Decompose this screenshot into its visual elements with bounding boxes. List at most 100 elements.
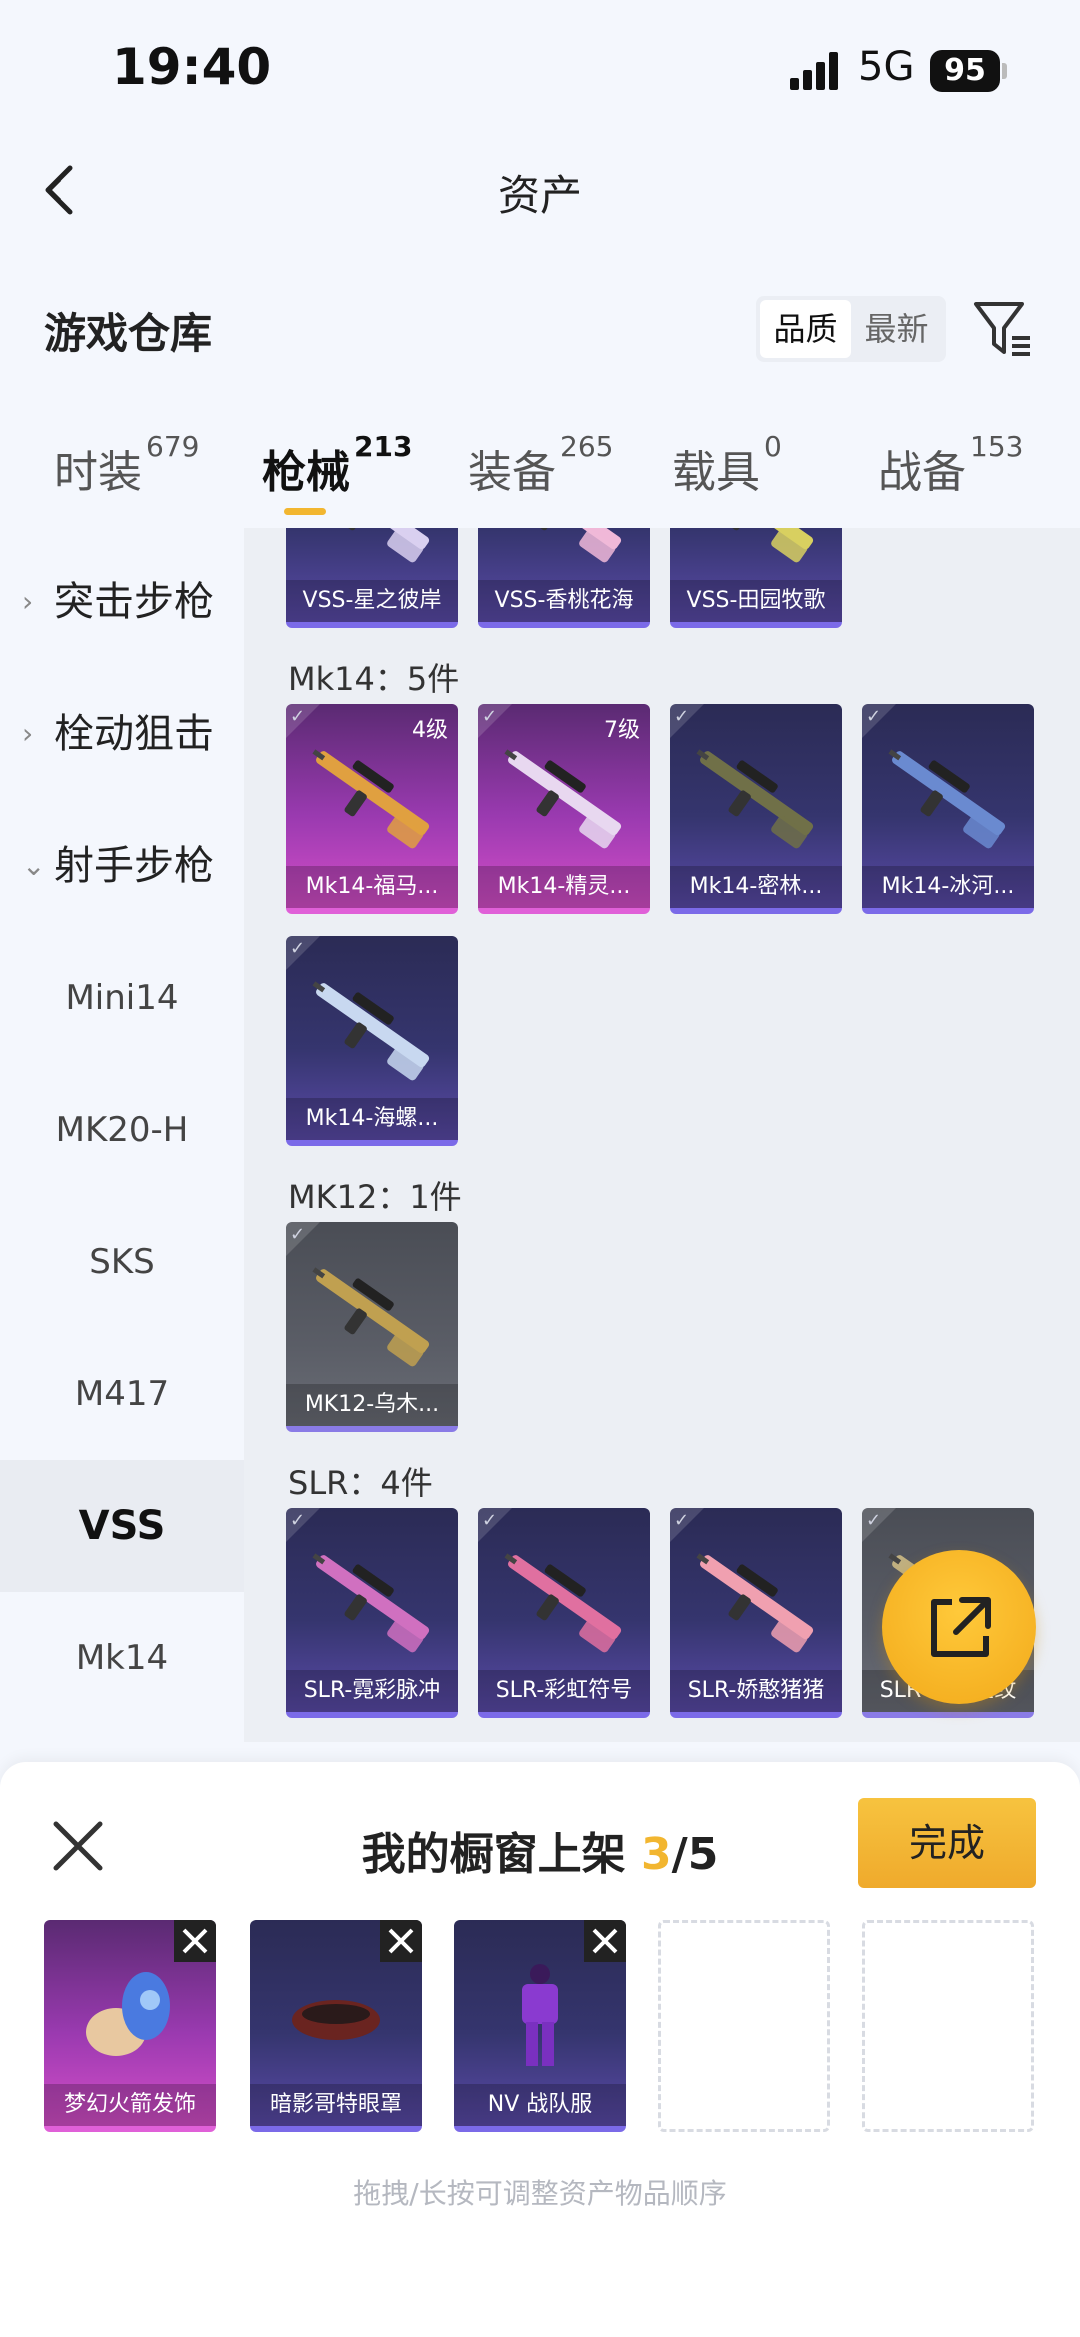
item-name: SLR-彩虹符号 [478,1670,650,1712]
item-card[interactable]: VSS-田园牧歌 [670,528,842,628]
item-name: Mk14-海螺... [286,1098,458,1140]
item-card[interactable]: ✓ 4级 Mk14-福马... [286,704,458,914]
item-card[interactable]: VSS-香桃花海 [478,528,650,628]
empty-slot[interactable] [658,1920,830,2132]
sidebar-item-label: 射手步枪 [54,843,214,889]
check-icon[interactable]: ✓ [478,704,512,738]
showcase-slot[interactable]: 梦幻火箭发饰 [44,1920,216,2132]
gun-icon [312,981,430,1081]
sidebar-item-label: VSS [78,1503,166,1549]
group-heading: SLR：4件 [288,1464,433,1502]
tab-count: 213 [354,430,413,463]
check-icon[interactable]: ✓ [862,704,896,738]
item-name: MK12-乌木... [286,1384,458,1426]
sidebar-item[interactable]: Mk14 [0,1592,244,1724]
item-card[interactable]: ✓ SLR-霓彩脉冲 [286,1508,458,1718]
gun-icon [700,528,814,563]
showcase-slot[interactable]: NV 战队服 [454,1920,626,2132]
check-icon[interactable]: ✓ [670,1508,704,1542]
sidebar-item[interactable]: › 突击步枪 [0,536,244,668]
item-card[interactable]: ✓ Mk14-海螺... [286,936,458,1146]
item-card[interactable]: ✓ 7级 Mk14-精灵... [478,704,650,914]
active-tab-indicator [284,508,326,515]
sidebar-item-label: 突击步枪 [54,579,214,625]
remove-icon[interactable] [584,1920,626,1962]
tab-4[interactable]: 战备153 [878,430,1023,500]
showcase-slot[interactable]: 暗影哥特眼罩 [250,1920,422,2132]
tab-label: 装备 [468,447,556,498]
tab-label: 时装 [54,447,142,498]
check-icon[interactable]: ✓ [862,1508,896,1542]
sidebar-item[interactable]: ⌄ 射手步枪 [0,800,244,932]
item-name: VSS-田园牧歌 [670,580,842,622]
sort-toggle: 品质 最新 [756,296,946,362]
sidebar-item[interactable]: Mini14 [0,932,244,1064]
item-card[interactable]: ✓ SLR-彩虹符号 [478,1508,650,1718]
page-title: 资产 [497,171,582,220]
check-icon[interactable]: ✓ [286,704,320,738]
sort-quality-option[interactable]: 品质 [760,300,851,358]
item-thumbnail [80,1960,180,2070]
item-card[interactable]: ✓ SLR-娇憨猪猪 [670,1508,842,1718]
gun-icon [312,749,430,849]
item-thumbnail [286,1960,386,2070]
check-icon[interactable]: ✓ [478,1508,512,1542]
remove-icon[interactable] [174,1920,216,1962]
gun-icon [888,749,1006,849]
gun-icon [696,1553,814,1653]
sort-newest-option[interactable]: 最新 [851,300,942,358]
sidebar-item[interactable]: MK20-H [0,1064,244,1196]
remove-icon[interactable] [380,1920,422,1962]
showcase-count: 3 [641,1829,672,1880]
tab-0[interactable]: 时装679 [54,430,199,500]
item-card[interactable]: VSS-星之彼岸 [286,528,458,628]
tab-count: 0 [764,430,782,463]
item-name: Mk14-密林... [670,866,842,908]
tab-label: 枪械 [262,447,350,498]
empty-slot[interactable] [862,1920,1034,2132]
item-name: SLR-娇憨猪猪 [670,1670,842,1712]
tab-label: 战备 [878,447,966,498]
sidebar-item[interactable]: › 栓动狙击 [0,668,244,800]
check-icon[interactable]: ✓ [670,704,704,738]
sidebar-item[interactable]: M417 [0,1328,244,1460]
item-name: VSS-星之彼岸 [286,580,458,622]
item-level: 7级 [604,718,640,743]
item-card[interactable]: ✓ Mk14-密林... [670,704,842,914]
item-name: Mk14-福马... [286,866,458,908]
filter-icon[interactable] [972,298,1034,360]
check-icon[interactable]: ✓ [286,1222,320,1256]
gun-icon [508,528,622,563]
slot-item-name: NV 战队服 [454,2084,626,2126]
battery-nub [1002,63,1007,79]
group-heading: MK12：1件 [288,1178,462,1216]
sidebar-item-label: Mk14 [75,1638,169,1678]
sidebar-item-label: SKS [89,1242,155,1282]
warehouse-title: 游戏仓库 [44,309,213,358]
sidebar-item-label: M417 [74,1374,170,1414]
sidebar-item[interactable]: VSS [0,1460,244,1592]
tab-3[interactable]: 载具0 [672,430,782,500]
gun-icon [312,1553,430,1653]
tab-2[interactable]: 装备265 [468,430,613,500]
item-thumbnail [490,1960,590,2070]
done-button[interactable]: 完成 [858,1798,1036,1888]
network-label: 5G [858,44,915,90]
check-icon[interactable]: ✓ [286,1508,320,1542]
tab-count: 679 [146,430,200,463]
category-sidebar: › 突击步枪 › 栓动狙击 ⌄ 射手步枪 Mini14 MK20-H SKS M417 VSS Mk1… [0,528,244,1742]
share-button[interactable] [882,1550,1036,1704]
item-card[interactable]: ✓ Mk14-冰河... [862,704,1034,914]
tab-1[interactable]: 枪械213 [262,430,412,500]
sidebar-item-label: Mini14 [65,978,179,1018]
sidebar-item[interactable]: SKS [0,1196,244,1328]
gun-icon [316,528,430,563]
check-icon[interactable]: ✓ [286,936,320,970]
tab-count: 265 [560,430,614,463]
sidebar-item-label: MK20-H [55,1110,189,1150]
group-heading: Mk14：5件 [288,660,460,698]
share-icon [931,1597,991,1657]
item-card[interactable]: ✓ MK12-乌木... [286,1222,458,1432]
chevron-icon: › [22,717,34,750]
chevron-icon: › [22,585,34,618]
